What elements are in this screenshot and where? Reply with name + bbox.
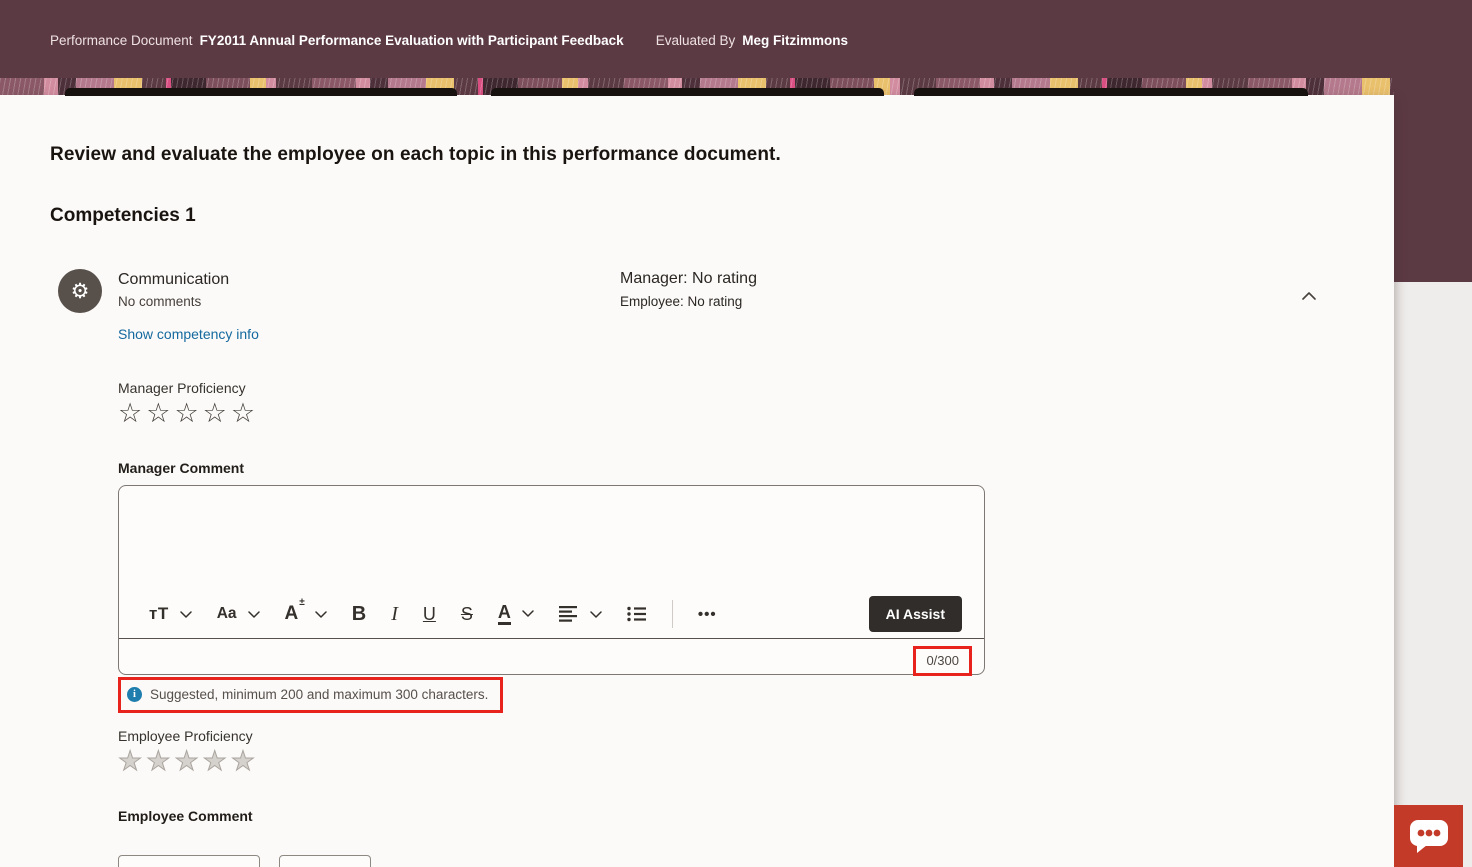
hidden-section-card-edge — [914, 88, 1308, 96]
collapse-chevron-icon[interactable] — [1298, 285, 1320, 307]
bold-button[interactable]: B — [352, 603, 366, 626]
chat-bubble-icon — [1408, 818, 1450, 854]
competency-details: Manager Proficiency ☆☆☆☆☆ Manager Commen… — [118, 380, 1394, 867]
chevron-down-icon — [590, 611, 602, 618]
heading-style-dropdown[interactable]: ᴛT — [149, 604, 192, 624]
comment-text-area[interactable] — [119, 486, 984, 590]
chevron-down-icon — [248, 611, 260, 618]
align-left-icon — [559, 606, 579, 622]
performance-evaluation-page: Performance Document FY2011 Annual Perfo… — [0, 0, 1472, 867]
evaluation-card: Review and evaluate the employee on each… — [0, 95, 1394, 867]
employee-proficiency-label: Employee Proficiency — [118, 728, 1394, 744]
manager-proficiency-rating[interactable]: ☆☆☆☆☆ — [118, 400, 1394, 427]
star-icon: ★ — [146, 748, 174, 775]
competency-avatar: ⚙ — [58, 269, 102, 313]
hint-text: Suggested, minimum 200 and maximum 300 c… — [150, 687, 488, 702]
page-instruction: Review and evaluate the employee on each… — [50, 144, 1344, 166]
hidden-section-card-edge — [491, 88, 884, 96]
chevron-down-icon — [522, 610, 534, 617]
chevron-down-icon — [315, 611, 327, 618]
action-buttons: Save and Next Cancel — [118, 855, 1394, 867]
save-and-next-button[interactable]: Save and Next — [118, 855, 260, 867]
star-icon[interactable]: ☆ — [146, 400, 174, 427]
bullet-list-button[interactable] — [627, 606, 647, 622]
editor-toolbar: ᴛT Aa A± B I U S A — [119, 590, 984, 638]
ai-assist-button[interactable]: AI Assist — [869, 596, 962, 632]
font-size-dropdown[interactable]: A± — [285, 603, 327, 625]
more-options-button[interactable]: ••• — [698, 606, 717, 623]
employee-comment-label: Employee Comment — [118, 808, 1394, 824]
hidden-section-card-edge — [65, 88, 457, 96]
manager-comment-label: Manager Comment — [118, 460, 1394, 476]
gear-badge-icon: ⚙ — [71, 279, 90, 304]
employee-proficiency-rating: ★★★★★ — [118, 748, 1394, 775]
performance-document-title: FY2011 Annual Performance Evaluation wit… — [200, 33, 624, 48]
text-color-icon: A — [498, 603, 511, 625]
feedback-chat-button[interactable] — [1394, 805, 1463, 867]
performance-document-label: Performance Document — [50, 33, 193, 48]
star-icon[interactable]: ☆ — [231, 400, 259, 427]
star-icon[interactable]: ☆ — [203, 400, 231, 427]
manager-proficiency-label: Manager Proficiency — [118, 380, 1394, 396]
star-icon: ★ — [203, 748, 231, 775]
background-right-band — [1394, 282, 1472, 867]
chevron-down-icon — [180, 611, 192, 618]
star-icon: ★ — [231, 748, 259, 775]
manager-comment-editor: ᴛT Aa A± B I U S A — [118, 485, 985, 675]
font-size-icon: A± — [285, 603, 304, 625]
bullet-list-icon — [627, 606, 647, 622]
page-banner: Performance Document FY2011 Annual Perfo… — [0, 0, 1472, 78]
font-style-icon: Aa — [217, 605, 237, 623]
heading-style-icon: ᴛT — [149, 604, 169, 624]
rating-summary: Manager: No rating Employee: No rating — [620, 270, 757, 309]
star-icon: ★ — [174, 748, 202, 775]
underline-button[interactable]: U — [423, 604, 436, 625]
alignment-dropdown[interactable] — [559, 606, 602, 622]
banner-breadcrumb: Performance Document FY2011 Annual Perfo… — [0, 0, 1472, 48]
competency-row: ⚙ Communication No comments Show compete… — [58, 269, 1344, 347]
employee-rating-summary: Employee: No rating — [620, 294, 757, 309]
star-icon[interactable]: ☆ — [174, 400, 202, 427]
character-limit-hint: i Suggested, minimum 200 and maximum 300… — [118, 677, 503, 713]
evaluated-by-label: Evaluated By — [656, 33, 736, 48]
evaluated-by-value: Meg Fitzimmons — [742, 33, 848, 48]
text-color-dropdown[interactable]: A — [498, 603, 534, 625]
manager-rating-summary: Manager: No rating — [620, 270, 757, 288]
show-competency-info-link[interactable]: Show competency info — [118, 326, 259, 342]
cancel-button[interactable]: Cancel — [279, 855, 371, 867]
italic-button[interactable]: I — [391, 603, 398, 626]
star-icon[interactable]: ☆ — [118, 400, 146, 427]
info-icon: i — [127, 687, 142, 702]
star-icon: ★ — [118, 748, 146, 775]
section-title: Competencies 1 — [50, 205, 1344, 227]
font-style-dropdown[interactable]: Aa — [217, 605, 260, 623]
strikethrough-button[interactable]: S — [461, 604, 473, 625]
character-count: 0/300 — [913, 646, 972, 676]
toolbar-divider — [672, 600, 673, 628]
editor-footer: 0/300 — [119, 638, 984, 674]
